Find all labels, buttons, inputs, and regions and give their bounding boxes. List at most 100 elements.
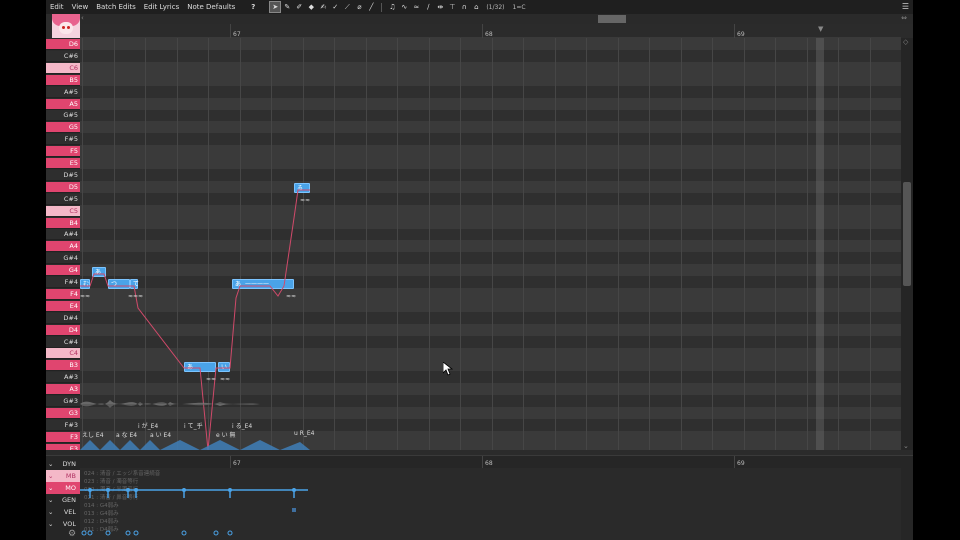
piano-key[interactable]: D6 xyxy=(46,39,80,50)
home-icon[interactable]: ⌂ xyxy=(471,2,481,12)
diamond-icon[interactable]: ◇ xyxy=(903,38,908,46)
menu-edit-lyrics[interactable]: Edit Lyrics xyxy=(140,3,184,11)
piano-key[interactable]: D#5 xyxy=(46,169,80,181)
bar-tick xyxy=(734,24,735,38)
piano-key[interactable]: D5 xyxy=(46,181,80,193)
piano-key[interactable]: A5 xyxy=(46,98,80,110)
loop-marker-icon[interactable]: ▼ xyxy=(818,25,823,33)
pointer-tool-icon[interactable]: ➤ xyxy=(269,1,282,13)
piano-key[interactable]: F#3 xyxy=(46,419,80,431)
expression-gen[interactable]: ⌄ GEN xyxy=(46,494,80,506)
bar-label: 67 xyxy=(233,31,241,38)
singer-avatar[interactable] xyxy=(52,14,80,38)
piano-key[interactable]: C4 xyxy=(46,348,80,360)
vertical-scrollbar[interactable]: ◇ ⌄ xyxy=(901,38,913,450)
bar-tick xyxy=(482,456,483,468)
piano-key[interactable]: G4 xyxy=(46,265,80,277)
expression-curve[interactable] xyxy=(80,468,901,540)
pitch-wave-icon[interactable]: ≈ xyxy=(411,2,421,12)
piano-key[interactable]: B4 xyxy=(46,217,80,229)
overview-thumb[interactable] xyxy=(598,15,626,23)
vibrato-icon[interactable]: ∿ xyxy=(399,2,409,12)
split-icon[interactable]: ⇹ xyxy=(435,2,445,12)
chevron-down-icon: ⌄ xyxy=(48,496,54,504)
piano-key[interactable]: A4 xyxy=(46,241,80,253)
piano-keys[interactable]: D6 C#6 C6 B5 A#5 A5 G#5 G5 F#5 F5 E5 D#5 D5 C#5 C5 B4 A#… xyxy=(46,38,80,450)
piano-key[interactable]: A#5 xyxy=(46,86,80,98)
piano-key[interactable]: B3 xyxy=(46,360,80,372)
timeline-ruler[interactable]: 67 68 69 ▼ xyxy=(80,24,901,38)
expression-panel: ⌄ DYN ⌄ MB ⌄ MO ⌄ GEN ⌄ VEL ⌄ VOL ⚙ 67 68 69 0… xyxy=(46,455,913,540)
expression-dyn[interactable]: ⌄ DYN xyxy=(46,458,80,470)
piano-key[interactable]: A3 xyxy=(46,384,80,396)
key-indicator[interactable]: 1=C xyxy=(513,4,526,11)
chevron-left-icon[interactable]: ‹ xyxy=(81,14,84,22)
piano-key[interactable]: G5 xyxy=(46,122,80,134)
piano-key[interactable]: G#5 xyxy=(46,110,80,122)
expression-label-text: DYN xyxy=(62,460,76,468)
piano-key[interactable]: E5 xyxy=(46,158,80,169)
menu-edit[interactable]: Edit xyxy=(46,3,68,11)
menu-batch-edits[interactable]: Batch Edits xyxy=(92,3,140,11)
line-tool-icon[interactable]: ⟋ xyxy=(342,2,352,12)
pitch-curve[interactable]: ≈≈ ≈≈≈ ≈≈ ≈≈ ≈≈ ≈≈ xyxy=(80,38,901,450)
piano-key[interactable]: C6 xyxy=(46,62,80,74)
arc-icon[interactable]: ∩ xyxy=(459,2,469,12)
expression-mo[interactable]: ⌄ MO xyxy=(46,482,80,494)
piano-key[interactable]: G#4 xyxy=(46,253,80,265)
piano-key[interactable]: G3 xyxy=(46,407,80,419)
note-icon[interactable]: ♫ xyxy=(387,2,397,12)
menu-lines-icon[interactable]: ☰ xyxy=(902,2,909,11)
overview-scrollbar[interactable]: ‹ ⇔ xyxy=(80,14,913,24)
piano-key[interactable]: C#5 xyxy=(46,193,80,205)
expression-ruler: 67 68 69 xyxy=(80,456,901,468)
piano-key[interactable]: F#5 xyxy=(46,134,80,146)
piano-key[interactable]: C5 xyxy=(46,205,80,217)
svg-text:≈≈: ≈≈ xyxy=(206,376,216,383)
piano-key[interactable]: F4 xyxy=(46,288,80,300)
gear-icon[interactable]: ⚙ xyxy=(68,529,76,539)
svg-text:≈≈: ≈≈ xyxy=(300,197,310,204)
bar-tick xyxy=(482,24,483,38)
svg-text:≈≈: ≈≈ xyxy=(80,293,90,300)
piano-key[interactable]: A#4 xyxy=(46,229,80,241)
chevron-down-icon: ⌄ xyxy=(48,508,54,516)
knife-tool-icon[interactable]: ⌀ xyxy=(354,2,364,12)
piano-key[interactable]: F#4 xyxy=(46,277,80,288)
draw-pitch-tool-icon[interactable]: ✍ xyxy=(318,2,328,12)
note-grid[interactable]: む あ つ て あ い あ ———— る ≈≈ ≈≈≈ ≈≈ ≈≈ ≈≈ ≈≈ … xyxy=(80,38,901,450)
piano-key[interactable]: C#4 xyxy=(46,336,80,348)
phoneme-label: i る_E4 xyxy=(232,423,253,430)
menu-view[interactable]: View xyxy=(68,3,93,11)
pitch-line-icon[interactable]: ∕ xyxy=(423,2,433,12)
brush-tool-icon[interactable]: ╱ xyxy=(366,2,376,12)
avatar-eye xyxy=(67,26,70,29)
piano-key[interactable]: G#3 xyxy=(46,396,80,407)
piano-key[interactable]: F5 xyxy=(46,146,80,158)
piano-key[interactable]: E3 xyxy=(46,443,80,450)
tie-icon[interactable]: ⊤ xyxy=(447,2,457,12)
chevron-down-icon[interactable]: ⌄ xyxy=(903,442,909,450)
pen-plus-tool-icon[interactable]: ✐ xyxy=(294,2,304,12)
expression-mb[interactable]: ⌄ MB xyxy=(46,470,80,482)
pen-tool-icon[interactable]: ✎ xyxy=(282,2,292,12)
overwrite-pitch-tool-icon[interactable]: ✓ xyxy=(330,2,340,12)
menu-note-defaults[interactable]: Note Defaults xyxy=(183,3,239,11)
expression-vel[interactable]: ⌄ VEL xyxy=(46,506,80,518)
piano-key[interactable]: A#3 xyxy=(46,372,80,384)
piano-key[interactable]: E4 xyxy=(46,300,80,312)
bar-tick xyxy=(230,24,231,38)
expression-curve-area[interactable]: 024 : 清音 / エッジ系音連続音 023 : 清音 / 濁音等行 022 … xyxy=(80,468,901,540)
piano-key[interactable]: F3 xyxy=(46,431,80,443)
piano-key[interactable]: C#6 xyxy=(46,50,80,62)
vertical-scroll-thumb[interactable] xyxy=(903,182,911,286)
expression-label-text: MB xyxy=(65,472,76,480)
eraser-tool-icon[interactable]: ◆ xyxy=(306,2,316,12)
help-button[interactable]: ? xyxy=(247,3,259,11)
mouse-cursor-icon xyxy=(443,362,453,376)
piano-key[interactable]: D4 xyxy=(46,324,80,336)
piano-key[interactable]: D#4 xyxy=(46,312,80,324)
zoom-icon[interactable]: ⇔ xyxy=(901,14,907,22)
piano-key[interactable]: B5 xyxy=(46,74,80,86)
chevron-down-icon: ⌄ xyxy=(48,460,54,468)
